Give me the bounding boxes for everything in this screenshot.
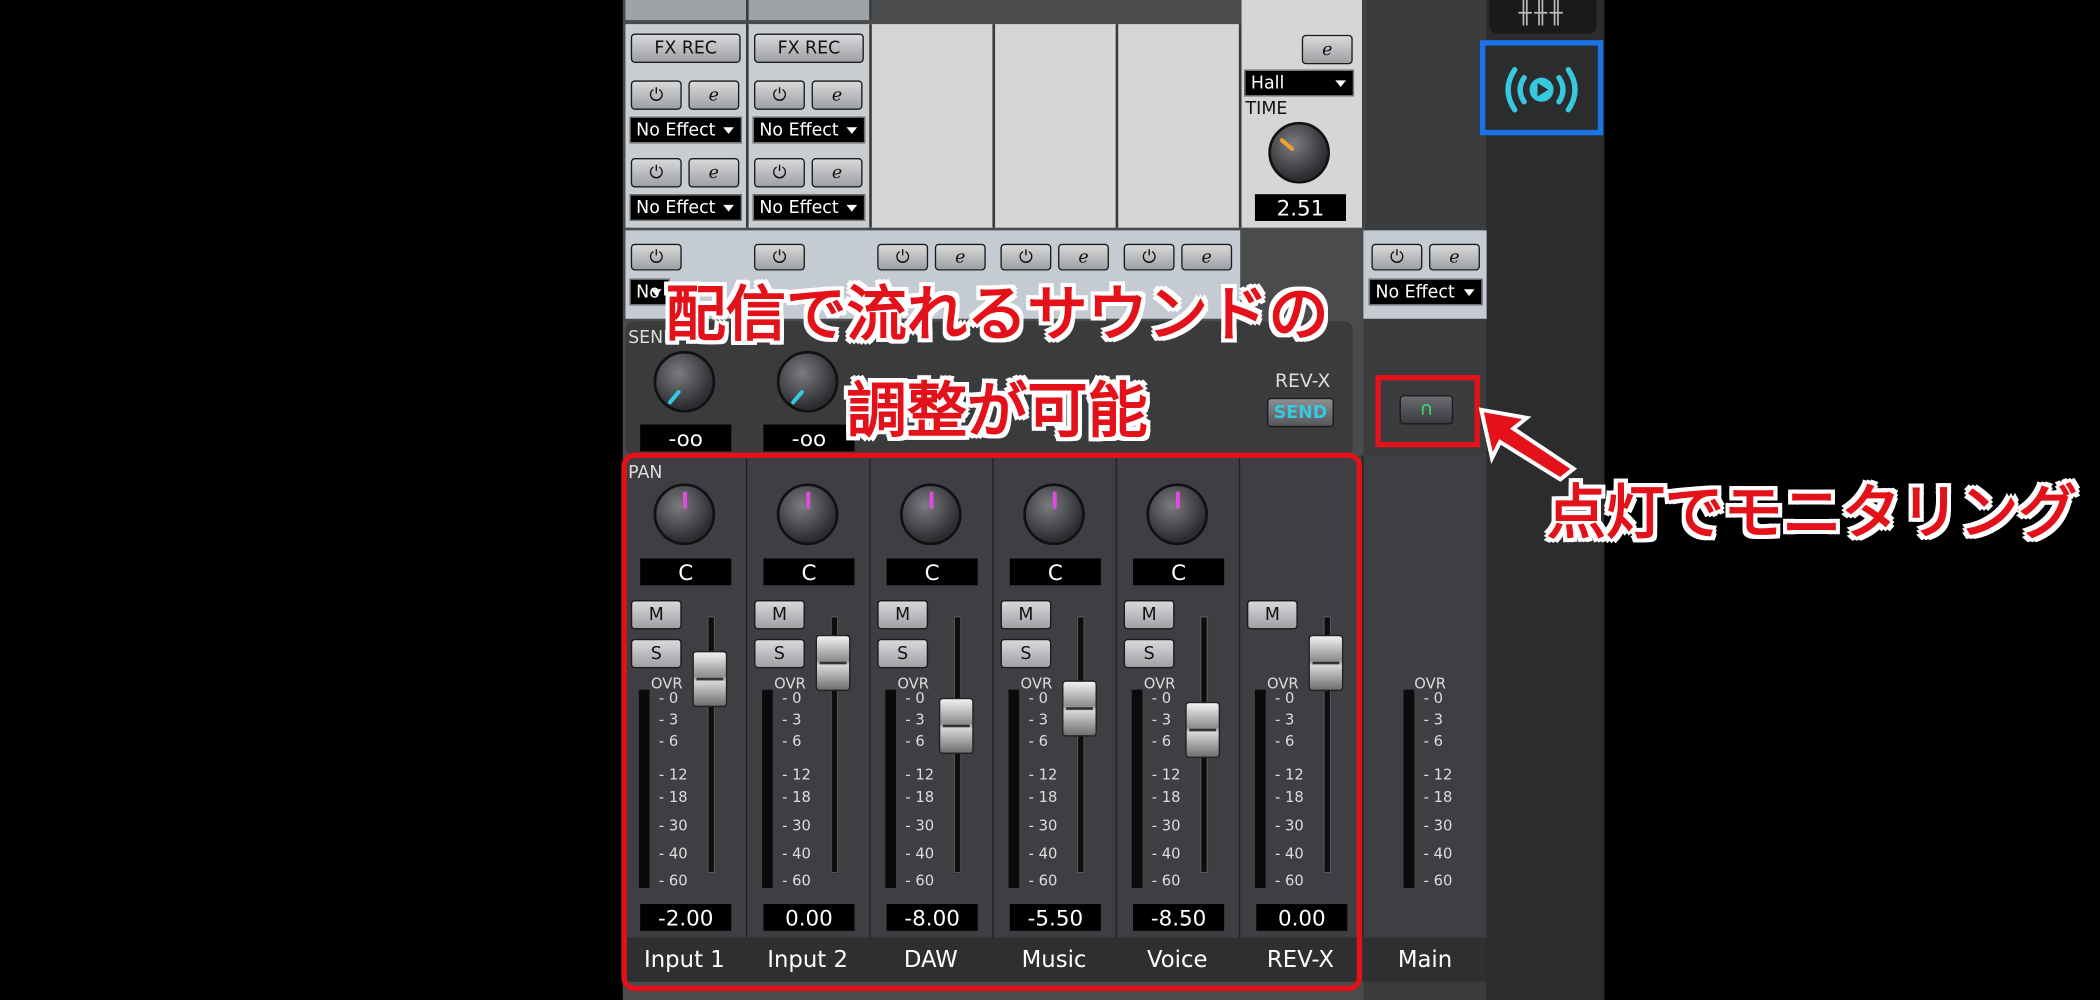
edit-icon: ℯ [831, 162, 843, 183]
mixer-tab[interactable]: ╫╫╫ [1489, 0, 1597, 34]
revx-send-button[interactable]: SEND [1266, 397, 1334, 428]
edit-icon: ℯ [1322, 39, 1333, 60]
edit-icon: ℯ [1449, 247, 1460, 268]
power-button[interactable]: ⏻ [754, 80, 805, 110]
send-value: -oo [763, 424, 855, 452]
power-button[interactable]: ⏻ [630, 158, 682, 188]
level-meter [1403, 689, 1415, 888]
meter-scale-mark: - 60 [1423, 871, 1453, 890]
effect-select-partial[interactable]: No [629, 278, 670, 306]
edit-button[interactable]: ℯ [811, 158, 863, 188]
top-partial-cell [748, 0, 872, 21]
edit-button[interactable]: ℯ [688, 158, 740, 188]
app-root: FX REC FX REC ⏻ ℯ ⏻ ℯ No Effect No Effec… [0, 0, 2100, 1000]
power-icon: ⏻ [649, 247, 664, 268]
meter-scale-mark: - 30 [1423, 816, 1453, 835]
effect-select[interactable]: No Effect [629, 116, 742, 144]
edit-icon: ℯ [708, 85, 719, 106]
fx-cell-daw [871, 24, 996, 228]
fx-cell-voice [1118, 24, 1242, 228]
main-effect-select[interactable]: No Effect [1368, 278, 1483, 306]
send-knob-input1[interactable] [653, 350, 716, 413]
meter-scale-mark: - 6 [1423, 732, 1444, 751]
main-edit-button[interactable]: ℯ [1429, 243, 1480, 271]
mixer-icon: ╫╫╫ [1518, 0, 1566, 26]
revx-time-label: TIME [1245, 99, 1288, 120]
send-knob-input2[interactable] [776, 350, 839, 413]
power-icon: ⏻ [1389, 247, 1404, 268]
effect-select[interactable]: No Effect [752, 194, 866, 221]
power-icon: ⏻ [649, 162, 664, 183]
power-button[interactable]: ⏻ [754, 158, 805, 188]
revx-edit-button[interactable]: ℯ [1301, 34, 1353, 65]
send-value: -oo [640, 424, 732, 452]
meter-scale-mark: - 3 [1423, 711, 1444, 729]
meter-scale-mark: - 12 [1423, 766, 1453, 784]
channels-highlight [621, 452, 1363, 992]
revx-type-select[interactable]: Hall [1244, 69, 1355, 97]
fx-rec-button-2[interactable]: FX REC [754, 33, 864, 63]
revx-time-knob[interactable] [1268, 121, 1330, 184]
power-icon: ⏻ [772, 247, 787, 268]
power-icon: ⏻ [772, 85, 787, 106]
power-button[interactable]: ⏻ [630, 80, 682, 110]
revx-send-label: REV-X [1275, 370, 1331, 393]
effect-select[interactable]: No Effect [752, 116, 866, 144]
annotation-monitor: 点灯でモニタリング [1546, 479, 2078, 548]
edit-button[interactable]: ℯ [688, 80, 740, 110]
fx-cell-music [995, 24, 1119, 228]
edit-icon: ℯ [1078, 247, 1089, 268]
fx-rec-button-1[interactable]: FX REC [630, 33, 741, 63]
meter-scale-mark: - 18 [1423, 788, 1453, 807]
edit-icon: ℯ [708, 162, 719, 183]
broadcast-tab[interactable] [1479, 40, 1604, 136]
annotation-line2: 調整が可能 [846, 375, 1148, 446]
edit-icon: ℯ [955, 247, 966, 268]
top-partial-cell [625, 0, 749, 21]
power-icon: ⏻ [772, 162, 787, 183]
monitor-highlight [1375, 375, 1480, 448]
power-icon: ⏻ [1142, 247, 1157, 268]
revx-time-value: 2.51 [1254, 194, 1346, 221]
meter-scale-mark: - 40 [1423, 845, 1453, 863]
power-icon: ⏻ [895, 247, 910, 268]
power-icon: ⏻ [649, 85, 664, 106]
broadcast-icon [1505, 66, 1578, 113]
main-channel-name: Main [1397, 946, 1453, 974]
edit-button[interactable]: ℯ [811, 80, 863, 110]
edit-icon: ℯ [831, 85, 843, 106]
effect-select[interactable]: No Effect [629, 194, 742, 221]
edit-icon: ℯ [1201, 247, 1212, 268]
main-power-button[interactable]: ⏻ [1371, 243, 1423, 271]
meter-scale-mark: - 0 [1423, 689, 1444, 708]
annotation-line1: 配信で流れるサウンドの [665, 278, 1329, 350]
power-icon: ⏻ [1018, 247, 1033, 268]
